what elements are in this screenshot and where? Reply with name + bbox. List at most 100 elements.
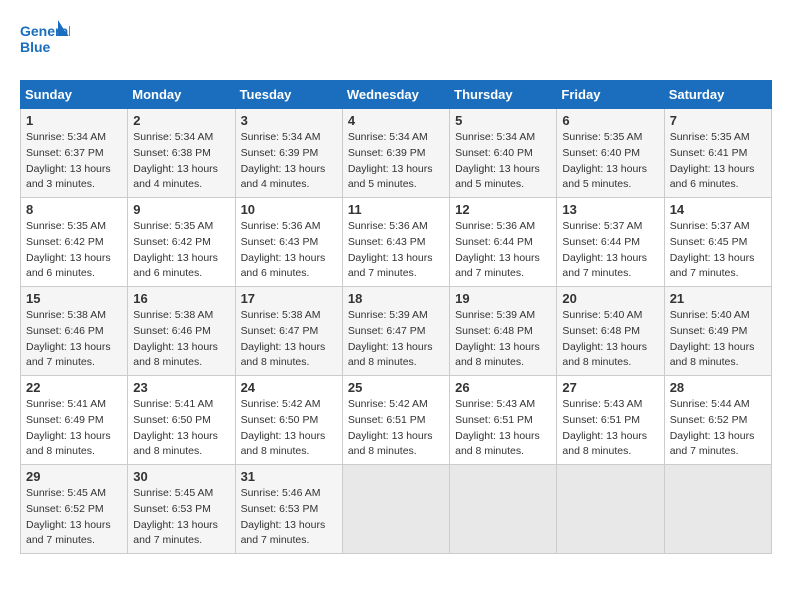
day-number: 30 — [133, 469, 229, 484]
calendar-cell: 7 Sunrise: 5:35 AMSunset: 6:41 PMDaylight… — [664, 109, 771, 198]
day-number: 6 — [562, 113, 658, 128]
calendar-cell: 27Sunrise: 5:43 AMSunset: 6:51 PMDayligh… — [557, 376, 664, 465]
day-number: 7 — [670, 113, 766, 128]
calendar-cell: 2 Sunrise: 5:34 AMSunset: 6:38 PMDaylight… — [128, 109, 235, 198]
day-info: Sunrise: 5:45 AMSunset: 6:52 PMDaylight:… — [26, 486, 122, 549]
day-number: 4 — [348, 113, 444, 128]
day-info: Sunrise: 5:40 AMSunset: 6:48 PMDaylight:… — [562, 308, 658, 371]
calendar-cell: 16 Sunrise: 5:38 AMSunset: 6:46 PMDayligh… — [128, 287, 235, 376]
day-number: 10 — [241, 202, 337, 217]
header-friday: Friday — [557, 81, 664, 109]
day-info: Sunrise: 5:41 AMSunset: 6:49 PMDaylight:… — [26, 397, 122, 460]
day-info: Sunrise: 5:39 AMSunset: 6:48 PMDaylight:… — [455, 308, 551, 371]
day-info: Sunrise: 5:43 AMSunset: 6:51 PMDaylight:… — [455, 397, 551, 460]
day-number: 22 — [26, 380, 122, 395]
day-info: Sunrise: 5:40 AMSunset: 6:49 PMDaylight:… — [670, 308, 766, 371]
calendar-cell — [664, 465, 771, 554]
day-number: 31 — [241, 469, 337, 484]
calendar-cell: 18 Sunrise: 5:39 AMSunset: 6:47 PMDayligh… — [342, 287, 449, 376]
day-info: Sunrise: 5:39 AMSunset: 6:47 PMDaylight:… — [348, 308, 444, 371]
day-number: 25 — [348, 380, 444, 395]
day-number: 20 — [562, 291, 658, 306]
calendar-cell: 25 Sunrise: 5:42 AMSunset: 6:51 PMDayligh… — [342, 376, 449, 465]
day-info: Sunrise: 5:35 AMSunset: 6:41 PMDaylight:… — [670, 130, 766, 193]
calendar-cell: 1Sunrise: 5:34 AMSunset: 6:37 PMDaylight… — [21, 109, 128, 198]
calendar-cell — [557, 465, 664, 554]
calendar-cell: 23 Sunrise: 5:41 AMSunset: 6:50 PMDayligh… — [128, 376, 235, 465]
calendar-cell: 9 Sunrise: 5:35 AMSunset: 6:42 PMDaylight… — [128, 198, 235, 287]
day-info: Sunrise: 5:36 AMSunset: 6:43 PMDaylight:… — [241, 219, 337, 282]
day-number: 3 — [241, 113, 337, 128]
day-number: 8 — [26, 202, 122, 217]
day-number: 16 — [133, 291, 229, 306]
calendar-cell: 14 Sunrise: 5:37 AMSunset: 6:45 PMDayligh… — [664, 198, 771, 287]
calendar-table: SundayMondayTuesdayWednesdayThursdayFrid… — [20, 80, 772, 554]
day-number: 9 — [133, 202, 229, 217]
logo-svg: General Blue — [20, 20, 70, 64]
day-info: Sunrise: 5:38 AMSunset: 6:46 PMDaylight:… — [26, 308, 122, 371]
day-number: 13 — [562, 202, 658, 217]
calendar-cell: 5 Sunrise: 5:34 AMSunset: 6:40 PMDaylight… — [450, 109, 557, 198]
day-number: 17 — [241, 291, 337, 306]
day-number: 21 — [670, 291, 766, 306]
day-number: 2 — [133, 113, 229, 128]
day-number: 5 — [455, 113, 551, 128]
day-info: Sunrise: 5:34 AMSunset: 6:39 PMDaylight:… — [348, 130, 444, 193]
day-info: Sunrise: 5:46 AMSunset: 6:53 PMDaylight:… — [241, 486, 337, 549]
calendar-header-row: SundayMondayTuesdayWednesdayThursdayFrid… — [21, 81, 772, 109]
header-sunday: Sunday — [21, 81, 128, 109]
calendar-cell: 28 Sunrise: 5:44 AMSunset: 6:52 PMDayligh… — [664, 376, 771, 465]
day-info: Sunrise: 5:35 AMSunset: 6:42 PMDaylight:… — [133, 219, 229, 282]
calendar-cell — [342, 465, 449, 554]
day-info: Sunrise: 5:42 AMSunset: 6:50 PMDaylight:… — [241, 397, 337, 460]
day-number: 15 — [26, 291, 122, 306]
header-saturday: Saturday — [664, 81, 771, 109]
calendar-cell: 31 Sunrise: 5:46 AMSunset: 6:53 PMDayligh… — [235, 465, 342, 554]
calendar-cell: 17 Sunrise: 5:38 AMSunset: 6:47 PMDayligh… — [235, 287, 342, 376]
day-info: Sunrise: 5:43 AMSunset: 6:51 PMDaylight:… — [562, 397, 658, 460]
day-info: Sunrise: 5:44 AMSunset: 6:52 PMDaylight:… — [670, 397, 766, 460]
calendar-cell: 21 Sunrise: 5:40 AMSunset: 6:49 PMDayligh… — [664, 287, 771, 376]
day-info: Sunrise: 5:41 AMSunset: 6:50 PMDaylight:… — [133, 397, 229, 460]
calendar-cell: 24Sunrise: 5:42 AMSunset: 6:50 PMDayligh… — [235, 376, 342, 465]
calendar-cell: 6Sunrise: 5:35 AMSunset: 6:40 PMDaylight… — [557, 109, 664, 198]
svg-text:Blue: Blue — [20, 39, 51, 55]
day-info: Sunrise: 5:37 AMSunset: 6:45 PMDaylight:… — [670, 219, 766, 282]
day-number: 23 — [133, 380, 229, 395]
calendar-cell: 12 Sunrise: 5:36 AMSunset: 6:44 PMDayligh… — [450, 198, 557, 287]
calendar-cell: 19Sunrise: 5:39 AMSunset: 6:48 PMDayligh… — [450, 287, 557, 376]
calendar-week-row: 29 Sunrise: 5:45 AMSunset: 6:52 PMDayligh… — [21, 465, 772, 554]
day-info: Sunrise: 5:38 AMSunset: 6:46 PMDaylight:… — [133, 308, 229, 371]
day-info: Sunrise: 5:42 AMSunset: 6:51 PMDaylight:… — [348, 397, 444, 460]
header-wednesday: Wednesday — [342, 81, 449, 109]
header-tuesday: Tuesday — [235, 81, 342, 109]
day-info: Sunrise: 5:37 AMSunset: 6:44 PMDaylight:… — [562, 219, 658, 282]
day-number: 18 — [348, 291, 444, 306]
logo: General Blue — [20, 20, 70, 64]
calendar-cell: 10 Sunrise: 5:36 AMSunset: 6:43 PMDayligh… — [235, 198, 342, 287]
calendar-cell: 3 Sunrise: 5:34 AMSunset: 6:39 PMDaylight… — [235, 109, 342, 198]
calendar-cell — [450, 465, 557, 554]
page-header: General Blue — [20, 20, 772, 64]
day-info: Sunrise: 5:34 AMSunset: 6:40 PMDaylight:… — [455, 130, 551, 193]
day-info: Sunrise: 5:34 AMSunset: 6:39 PMDaylight:… — [241, 130, 337, 193]
day-number: 12 — [455, 202, 551, 217]
day-info: Sunrise: 5:36 AMSunset: 6:44 PMDaylight:… — [455, 219, 551, 282]
calendar-cell: 22 Sunrise: 5:41 AMSunset: 6:49 PMDayligh… — [21, 376, 128, 465]
day-number: 29 — [26, 469, 122, 484]
calendar-week-row: 8 Sunrise: 5:35 AMSunset: 6:42 PMDaylight… — [21, 198, 772, 287]
calendar-cell: 26Sunrise: 5:43 AMSunset: 6:51 PMDayligh… — [450, 376, 557, 465]
day-number: 1 — [26, 113, 122, 128]
calendar-cell: 4 Sunrise: 5:34 AMSunset: 6:39 PMDaylight… — [342, 109, 449, 198]
day-info: Sunrise: 5:36 AMSunset: 6:43 PMDaylight:… — [348, 219, 444, 282]
calendar-week-row: 22 Sunrise: 5:41 AMSunset: 6:49 PMDayligh… — [21, 376, 772, 465]
calendar-week-row: 15 Sunrise: 5:38 AMSunset: 6:46 PMDayligh… — [21, 287, 772, 376]
day-info: Sunrise: 5:38 AMSunset: 6:47 PMDaylight:… — [241, 308, 337, 371]
calendar-cell: 15 Sunrise: 5:38 AMSunset: 6:46 PMDayligh… — [21, 287, 128, 376]
day-number: 14 — [670, 202, 766, 217]
calendar-week-row: 1Sunrise: 5:34 AMSunset: 6:37 PMDaylight… — [21, 109, 772, 198]
calendar-cell: 20 Sunrise: 5:40 AMSunset: 6:48 PMDayligh… — [557, 287, 664, 376]
header-thursday: Thursday — [450, 81, 557, 109]
day-info: Sunrise: 5:34 AMSunset: 6:38 PMDaylight:… — [133, 130, 229, 193]
day-number: 28 — [670, 380, 766, 395]
